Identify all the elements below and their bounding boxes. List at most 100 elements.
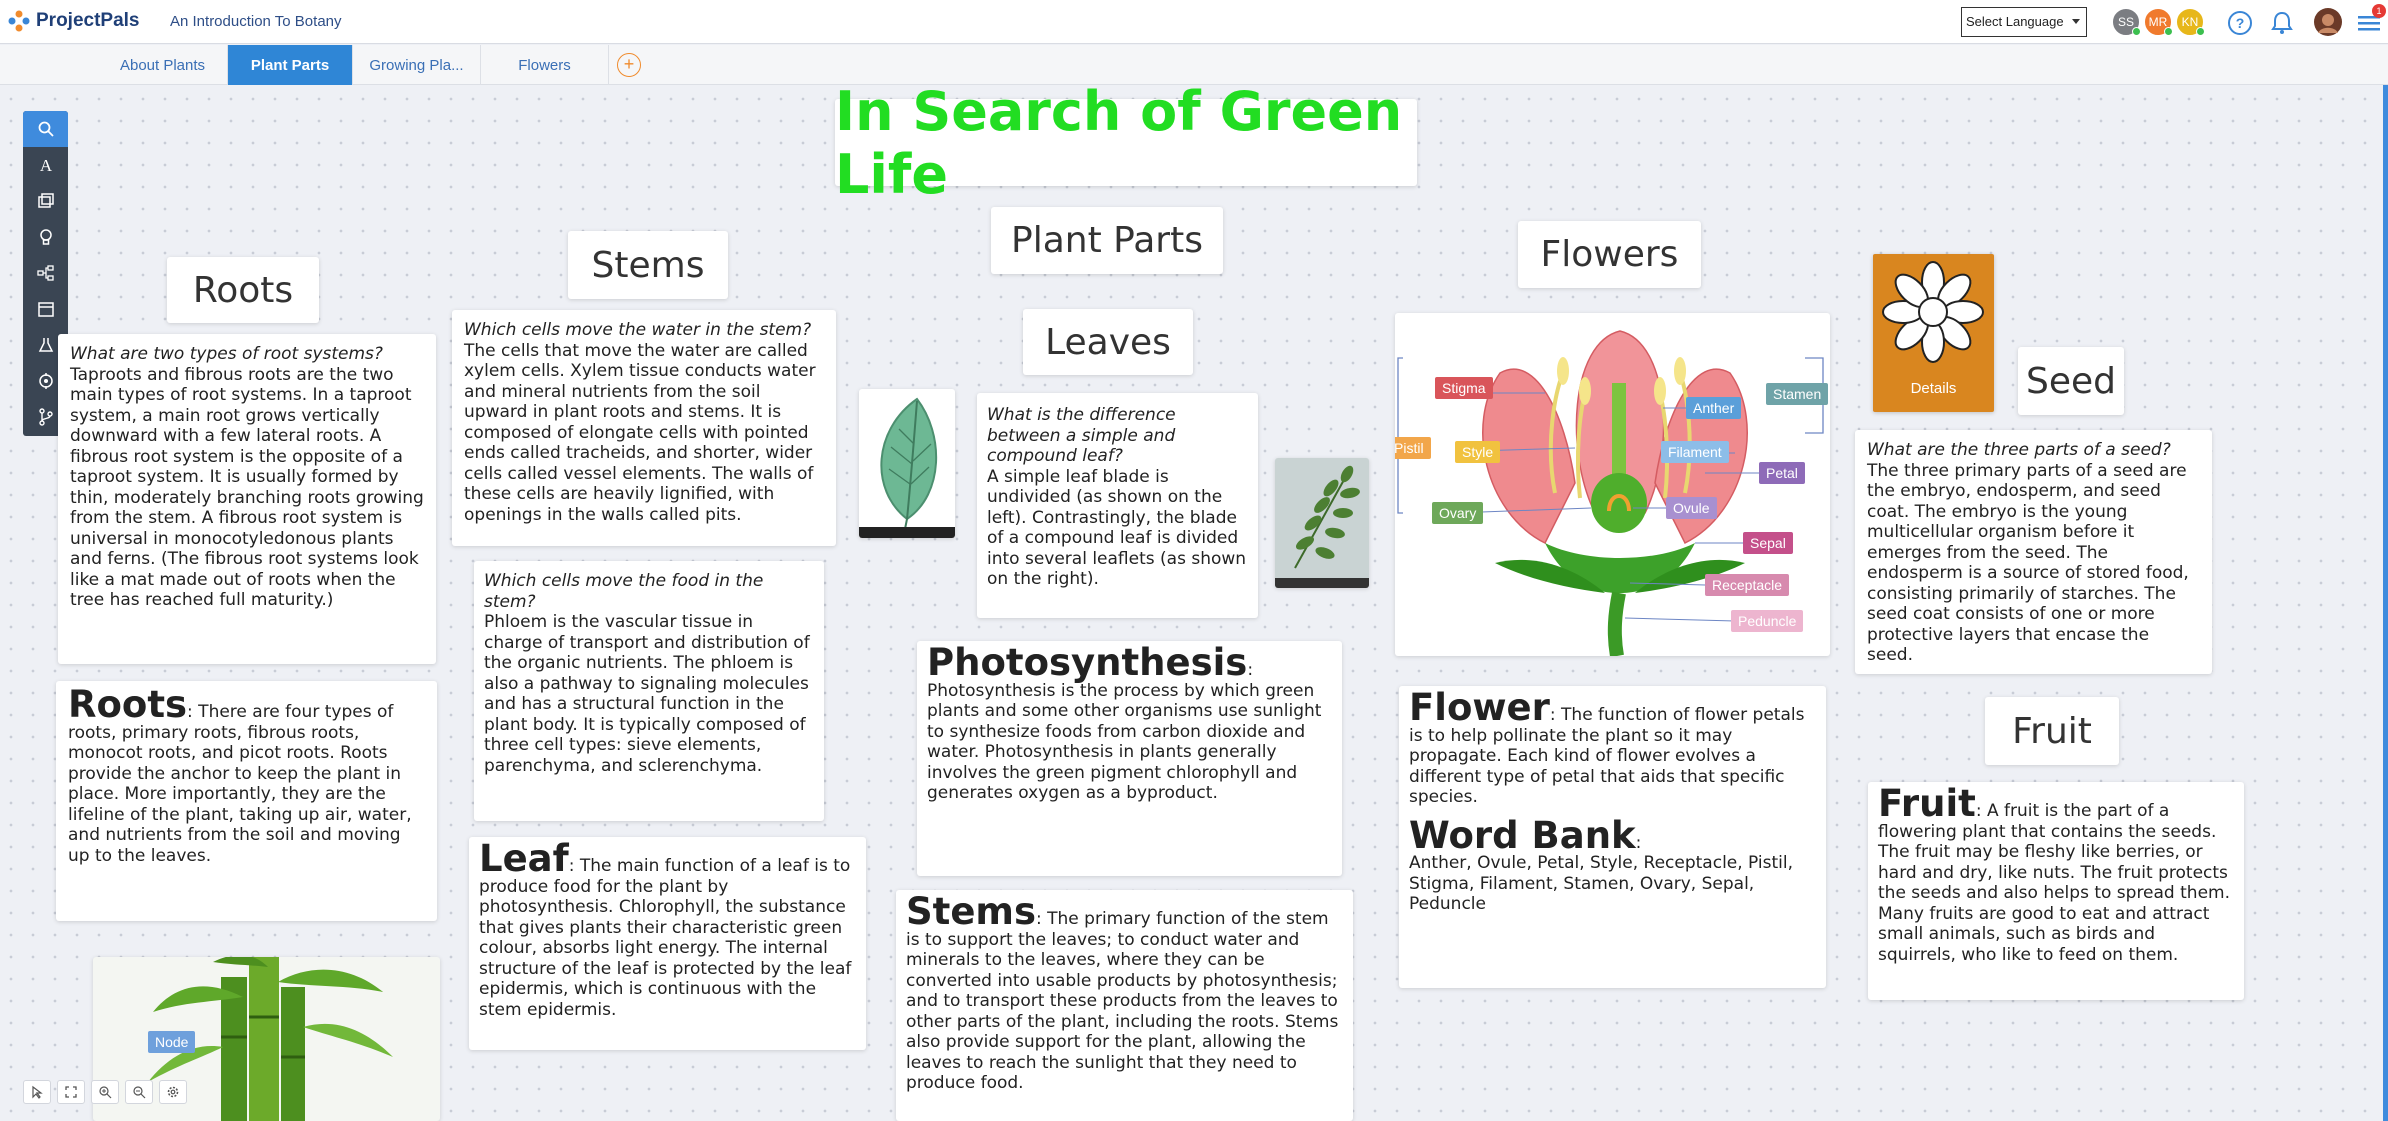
avatar-kn[interactable]: KN	[2175, 7, 2205, 37]
label-receptacle: Receptacle	[1705, 574, 1790, 596]
course-title[interactable]: An Introduction To Botany	[170, 13, 342, 30]
label-peduncle: Peduncle	[1731, 610, 1804, 632]
target-icon	[38, 373, 53, 389]
simple-leaf-image	[859, 397, 955, 538]
leaves-qa-card[interactable]: What is the difference between a simple …	[977, 393, 1258, 618]
stems-definition-text: : The primary function of the stem is to…	[906, 909, 1339, 1093]
board-title: In Search of Green Life	[835, 79, 1403, 206]
stems-definition-card[interactable]: Stems: The primary function of the stem …	[896, 890, 1353, 1121]
tab-about-plants[interactable]: About Plants	[98, 45, 228, 85]
seed-answer: The three primary parts of a seed are th…	[1867, 460, 2189, 666]
avatar-initials: KN	[2181, 15, 2199, 29]
top-bar: ProjectPals An Introduction To Botany Se…	[0, 0, 2388, 44]
header-flowers[interactable]: Flowers	[1518, 221, 1701, 288]
fruit-definition-card[interactable]: Fruit: A fruit is the part of a flowerin…	[1868, 782, 2244, 1000]
photosynthesis-definition-card[interactable]: Photosynthesis: Photosynthesis is the pr…	[917, 641, 1342, 876]
zoom-out-button[interactable]	[125, 1080, 153, 1104]
stems-water-qa-card[interactable]: Which cells move the water in the stem? …	[452, 310, 836, 546]
language-select[interactable]: Select Language	[1961, 7, 2087, 37]
roots-question: What are two types of root systems?	[70, 344, 383, 364]
help-icon[interactable]: ?	[2227, 10, 2253, 36]
label-ovule: Ovule	[1666, 497, 1717, 519]
tab-growing-plants[interactable]: Growing Pla...	[353, 45, 481, 85]
avatar-initials: SS	[2117, 15, 2134, 29]
photosynthesis-definition-text: : Photosynthesis is the process by which…	[927, 660, 1322, 803]
header-stems[interactable]: Stems	[568, 231, 728, 299]
stems-food-answer: Phloem is the vascular tissue in charge …	[484, 612, 810, 776]
canvas-controls	[23, 1080, 187, 1104]
daisy-icon	[1882, 261, 1984, 363]
select-tool-button[interactable]	[23, 1080, 51, 1104]
notification-badge: 1	[2372, 4, 2386, 18]
roots-definition-card[interactable]: Roots: There are four types of roots, pr…	[56, 681, 437, 921]
cards-tool[interactable]	[23, 183, 68, 219]
calendar-tool[interactable]	[23, 291, 68, 327]
avatar-mr[interactable]: MR	[2143, 7, 2173, 37]
bulb-tool[interactable]	[23, 219, 68, 255]
fruit-term: Fruit	[1878, 782, 1976, 825]
roots-answer: Taproots and fibrous roots are the two m…	[70, 364, 424, 611]
add-tab-button[interactable]: +	[617, 53, 641, 77]
compound-leaf-image-card[interactable]	[1275, 458, 1369, 588]
diagram-tool[interactable]	[23, 255, 68, 291]
label-ovary: Ovary	[1432, 502, 1484, 524]
node-label[interactable]: Node	[148, 1031, 196, 1053]
header-fruit[interactable]: Fruit	[1985, 697, 2119, 765]
bell-icon[interactable]	[2269, 10, 2295, 36]
word-bank-colon: :	[1635, 832, 1642, 853]
seed-qa-card[interactable]: What are the three parts of a seed? The …	[1855, 430, 2212, 674]
fruit-definition-text: : A fruit is the part of a flowering pla…	[1878, 801, 2230, 965]
tab-plant-parts[interactable]: Plant Parts	[228, 45, 353, 85]
branch-icon	[38, 408, 53, 426]
logo-mark-icon	[8, 10, 30, 32]
online-dot	[2164, 27, 2173, 36]
projectpals-logo[interactable]: ProjectPals	[8, 10, 140, 32]
photosynthesis-term: Photosynthesis	[927, 641, 1248, 684]
word-bank-words: Anther, Ovule, Petal, Style, Receptacle,…	[1409, 853, 1794, 914]
flask-icon	[38, 338, 53, 352]
header-plant-parts[interactable]: Plant Parts	[991, 207, 1223, 274]
expand-icon	[65, 1086, 77, 1098]
leaf-term: Leaf	[479, 837, 569, 880]
fit-screen-button[interactable]	[57, 1080, 85, 1104]
label-sepal: Sepal	[1743, 532, 1793, 554]
zoom-in-icon	[99, 1086, 112, 1099]
avatar-initials: MR	[2148, 15, 2168, 29]
simple-leaf-image-card[interactable]	[859, 389, 955, 538]
tab-flowers[interactable]: Flowers	[481, 45, 609, 85]
leaves-question: What is the difference between a simple …	[987, 405, 1176, 466]
details-card[interactable]: Details	[1873, 254, 1994, 412]
stems-food-question: Which cells move the food in the stem?	[484, 571, 764, 612]
right-scroll-edge[interactable]	[2383, 85, 2388, 1121]
label-stigma: Stigma	[1435, 377, 1493, 399]
search-tool[interactable]	[23, 111, 68, 147]
avatar-ss[interactable]: SS	[2111, 7, 2141, 37]
label-style: Style	[1455, 441, 1501, 463]
leaves-answer: A simple leaf blade is undivided (as sho…	[987, 466, 1247, 590]
leaf-definition-card[interactable]: Leaf: The main function of a leaf is to …	[469, 837, 866, 1050]
stems-food-qa-card[interactable]: Which cells move the food in the stem? P…	[474, 561, 824, 821]
zoom-in-button[interactable]	[91, 1080, 119, 1104]
label-stamen: Stamen	[1766, 383, 1829, 405]
label-petal: Petal	[1759, 462, 1805, 484]
stems-water-answer: The cells that move the water are called…	[464, 340, 816, 525]
stems-term: Stems	[906, 890, 1037, 933]
header-seed[interactable]: Seed	[2018, 347, 2124, 415]
header-leaves[interactable]: Leaves	[1023, 309, 1193, 375]
flower-diagram	[1397, 330, 1824, 656]
flower-diagram-card[interactable]: Stigma Anther Stamen Pistil Style Filame…	[1395, 313, 1830, 656]
label-filament: Filament	[1661, 441, 1729, 463]
user-avatar[interactable]	[2313, 7, 2343, 37]
compound-leaf-image	[1275, 465, 1369, 588]
roots-qa-card[interactable]: What are two types of root systems? Tapr…	[58, 334, 436, 664]
text-tool[interactable]: A	[23, 147, 68, 183]
header-roots[interactable]: Roots	[167, 257, 319, 323]
text-icon: A	[39, 156, 52, 174]
calendar-icon	[37, 302, 54, 317]
leaf-definition-text: : The main function of a leaf is to prod…	[479, 856, 852, 1020]
bulb-icon	[39, 229, 52, 245]
settings-button[interactable]	[159, 1080, 187, 1104]
cards-icon	[37, 193, 54, 208]
board-title-card[interactable]: In Search of Green Life	[835, 80, 1417, 206]
flower-definition-card[interactable]: Flower: The function of flower petals is…	[1399, 686, 1826, 988]
